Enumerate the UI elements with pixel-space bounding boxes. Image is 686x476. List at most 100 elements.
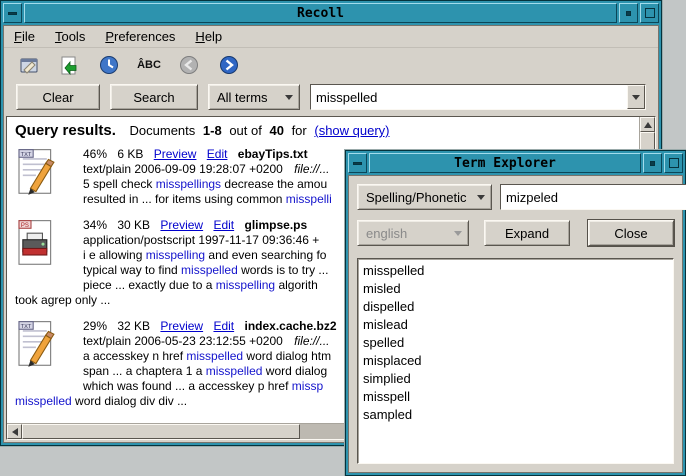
term-results-list: misspelled misled dispelled mislead spel… bbox=[357, 258, 674, 464]
snippet-text: piece ... exactly due to a bbox=[83, 278, 216, 292]
highlighted-term: misspelled bbox=[186, 349, 243, 363]
snippet-text: decrease the amou bbox=[221, 177, 327, 191]
scroll-up-button[interactable] bbox=[640, 117, 655, 132]
recoll-titlebar[interactable]: Recoll bbox=[3, 3, 659, 23]
results-for-label: for bbox=[292, 123, 307, 138]
file-size: 32 KB bbox=[117, 319, 150, 333]
term-list-item[interactable]: mislead bbox=[363, 316, 673, 334]
highlighted-term: misspelled bbox=[206, 364, 263, 378]
snippet-text: which was found ... a accesskey p href bbox=[83, 379, 292, 393]
term-list-item[interactable]: misled bbox=[363, 280, 673, 298]
svg-text:PS: PS bbox=[21, 223, 29, 229]
term-list-item[interactable]: spelled bbox=[363, 334, 673, 352]
highlighted-term: misspelling bbox=[146, 248, 205, 262]
minimize-button[interactable] bbox=[619, 3, 638, 23]
text-file-icon[interactable]: TXT bbox=[17, 320, 59, 370]
term-list-item[interactable]: misspelled bbox=[363, 262, 673, 280]
snippet-text: words is to try ... bbox=[238, 263, 329, 277]
menu-preferences[interactable]: Preferences bbox=[105, 29, 175, 44]
maximize-button[interactable] bbox=[664, 153, 683, 173]
query-combobox bbox=[310, 84, 646, 110]
update-index-icon[interactable] bbox=[56, 52, 82, 78]
horizontal-scroll-thumb[interactable] bbox=[22, 424, 300, 439]
term-explorer-titlebar[interactable]: Term Explorer bbox=[348, 153, 683, 173]
window-menu-icon bbox=[8, 12, 17, 15]
expansion-mode-value: Spelling/Phonetic bbox=[366, 190, 466, 205]
term-list-item[interactable]: misplaced bbox=[363, 352, 673, 370]
term-input[interactable] bbox=[501, 185, 686, 209]
close-button[interactable]: Close bbox=[588, 220, 674, 246]
search-button[interactable]: Search bbox=[110, 84, 198, 110]
language-value: english bbox=[366, 226, 407, 241]
file-path: file://... bbox=[294, 334, 329, 348]
snippet-text: algorith bbox=[275, 278, 318, 292]
svg-text:TXT: TXT bbox=[21, 152, 32, 158]
spellcheck-term-explorer-icon[interactable]: ÂBC bbox=[136, 52, 162, 78]
history-icon[interactable] bbox=[96, 52, 122, 78]
menubar: File Tools Preferences Help bbox=[4, 26, 658, 48]
edit-link[interactable]: Edit bbox=[207, 147, 228, 161]
query-dropdown-button[interactable] bbox=[627, 85, 645, 109]
results-range: 1-8 bbox=[203, 123, 222, 138]
filename: glimpse.ps bbox=[244, 218, 307, 232]
text-file-icon[interactable]: TXT bbox=[17, 148, 59, 198]
menu-file[interactable]: File bbox=[14, 29, 35, 44]
snippet-text: word dialog div div ... bbox=[72, 394, 187, 408]
query-input[interactable] bbox=[311, 85, 627, 109]
minimize-icon bbox=[650, 161, 655, 166]
chevron-down-icon bbox=[454, 231, 462, 236]
match-mode-value: All terms bbox=[217, 90, 268, 105]
show-query-link[interactable]: (show query) bbox=[314, 123, 389, 138]
snippet-text: word dialog bbox=[262, 364, 327, 378]
relevance: 34% bbox=[83, 218, 107, 232]
results-title: Query results. bbox=[15, 122, 116, 139]
expand-button[interactable]: Expand bbox=[484, 220, 570, 246]
snippet-text: i e allowing bbox=[83, 248, 146, 262]
file-size: 6 KB bbox=[117, 147, 143, 161]
file-path: file://... bbox=[294, 162, 329, 176]
term-list-item[interactable]: dispelled bbox=[363, 298, 673, 316]
relevance: 29% bbox=[83, 319, 107, 333]
language-combobox: english bbox=[357, 220, 469, 246]
term-list-item[interactable]: simplied bbox=[363, 370, 673, 388]
results-outof-label: out of bbox=[229, 123, 262, 138]
scroll-left-button[interactable] bbox=[7, 424, 22, 439]
menu-help[interactable]: Help bbox=[195, 29, 222, 44]
arrow-up-icon bbox=[644, 122, 652, 128]
menu-tools[interactable]: Tools bbox=[55, 29, 85, 44]
term-explorer-body: Spelling/Phonetic english Expand Close m… bbox=[348, 175, 683, 473]
expansion-mode-combobox[interactable]: Spelling/Phonetic bbox=[357, 184, 492, 210]
snippet-text: resulted in ... for items using common bbox=[83, 192, 286, 206]
mime-and-date: text/plain 2006-09-09 19:28:07 +0200 bbox=[83, 162, 283, 176]
match-mode-combobox[interactable]: All terms bbox=[208, 84, 300, 110]
edit-link[interactable]: Edit bbox=[213, 319, 234, 333]
results-header: Query results. Documents 1-8 out of 40 f… bbox=[15, 122, 639, 139]
window-title: Recoll bbox=[24, 3, 617, 23]
snippet-text: 5 spell check bbox=[83, 177, 156, 191]
snippet-text: typical way to find bbox=[83, 263, 181, 277]
snippet-text: and even searching fo bbox=[205, 248, 326, 262]
back-icon[interactable] bbox=[176, 52, 202, 78]
highlighted-term: missp bbox=[292, 379, 323, 393]
clear-search-icon[interactable] bbox=[16, 52, 42, 78]
term-explorer-row1: Spelling/Phonetic bbox=[357, 184, 674, 210]
term-list-item[interactable]: sampled bbox=[363, 406, 673, 424]
window-title: Term Explorer bbox=[369, 153, 641, 173]
preview-link[interactable]: Preview bbox=[154, 147, 197, 161]
minimize-button[interactable] bbox=[643, 153, 662, 173]
highlighted-term: misspellings bbox=[156, 177, 221, 191]
preview-link[interactable]: Preview bbox=[160, 218, 203, 232]
maximize-button[interactable] bbox=[640, 3, 659, 23]
arrow-left-icon bbox=[12, 428, 18, 436]
maximize-icon bbox=[645, 8, 655, 18]
postscript-file-icon[interactable]: PS bbox=[17, 219, 59, 269]
window-menu-button[interactable] bbox=[348, 153, 367, 173]
mime-and-date: text/plain 2006-05-23 23:12:55 +0200 bbox=[83, 334, 283, 348]
clear-button[interactable]: Clear bbox=[16, 84, 100, 110]
preview-link[interactable]: Preview bbox=[160, 319, 203, 333]
edit-link[interactable]: Edit bbox=[213, 218, 234, 232]
highlighted-term: misspelli bbox=[286, 192, 332, 206]
window-menu-button[interactable] bbox=[3, 3, 22, 23]
term-list-item[interactable]: misspell bbox=[363, 388, 673, 406]
forward-icon[interactable] bbox=[216, 52, 242, 78]
